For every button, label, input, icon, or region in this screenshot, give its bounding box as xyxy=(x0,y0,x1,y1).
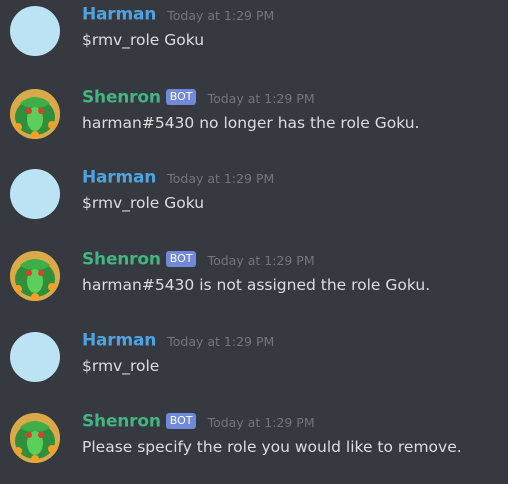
message-text: $rmv_role Goku xyxy=(82,194,205,212)
user-avatar[interactable] xyxy=(10,332,60,382)
timestamp: Today at 1:29 PM xyxy=(167,334,275,349)
message-header: Shenron BOT Today at 1:29 PM xyxy=(82,87,315,109)
message: Harman Today at 1:29 PM $rmv_role xyxy=(0,330,508,398)
message: Harman Today at 1:29 PM $rmv_role Goku xyxy=(0,4,508,72)
message-text: harman#5430 no longer has the role Goku. xyxy=(82,114,420,132)
message-header: Harman Today at 1:29 PM xyxy=(82,167,274,189)
message-header: Harman Today at 1:29 PM xyxy=(82,330,274,352)
message-text: $rmv_role Goku xyxy=(82,31,205,49)
timestamp: Today at 1:29 PM xyxy=(207,415,315,430)
bot-badge: BOT xyxy=(165,88,197,105)
message: Shenron BOT Today at 1:29 PM harman#5430 … xyxy=(0,87,508,155)
dragon-avatar-icon[interactable] xyxy=(10,89,60,139)
message: Shenron BOT Today at 1:29 PM Please speci… xyxy=(0,411,508,479)
message-header: Shenron BOT Today at 1:29 PM xyxy=(82,411,315,433)
message-text: harman#5430 is not assigned the role Gok… xyxy=(82,276,431,294)
message-text: $rmv_role xyxy=(82,357,160,375)
message: Shenron BOT Today at 1:29 PM harman#5430 … xyxy=(0,249,508,317)
message-text: Please specify the role you would like t… xyxy=(82,438,462,456)
author-name[interactable]: Shenron xyxy=(82,250,161,270)
dragon-avatar-icon[interactable] xyxy=(10,251,60,301)
user-avatar[interactable] xyxy=(10,169,60,219)
dragon-avatar-icon[interactable] xyxy=(10,413,60,463)
chat-message-list: Harman Today at 1:29 PM $rmv_role Goku S… xyxy=(0,0,508,484)
message-header: Harman Today at 1:29 PM xyxy=(82,4,274,26)
bot-badge: BOT xyxy=(165,412,197,429)
timestamp: Today at 1:29 PM xyxy=(207,91,315,106)
author-name[interactable]: Harman xyxy=(82,168,156,188)
message: Harman Today at 1:29 PM $rmv_role Goku xyxy=(0,167,508,235)
author-name[interactable]: Harman xyxy=(82,331,156,351)
author-name[interactable]: Shenron xyxy=(82,88,161,108)
author-name[interactable]: Harman xyxy=(82,5,156,25)
author-name[interactable]: Shenron xyxy=(82,412,161,432)
user-avatar[interactable] xyxy=(10,6,60,56)
message-header: Shenron BOT Today at 1:29 PM xyxy=(82,249,315,271)
timestamp: Today at 1:29 PM xyxy=(207,253,315,268)
timestamp: Today at 1:29 PM xyxy=(167,8,275,23)
timestamp: Today at 1:29 PM xyxy=(167,171,275,186)
bot-badge: BOT xyxy=(165,250,197,267)
